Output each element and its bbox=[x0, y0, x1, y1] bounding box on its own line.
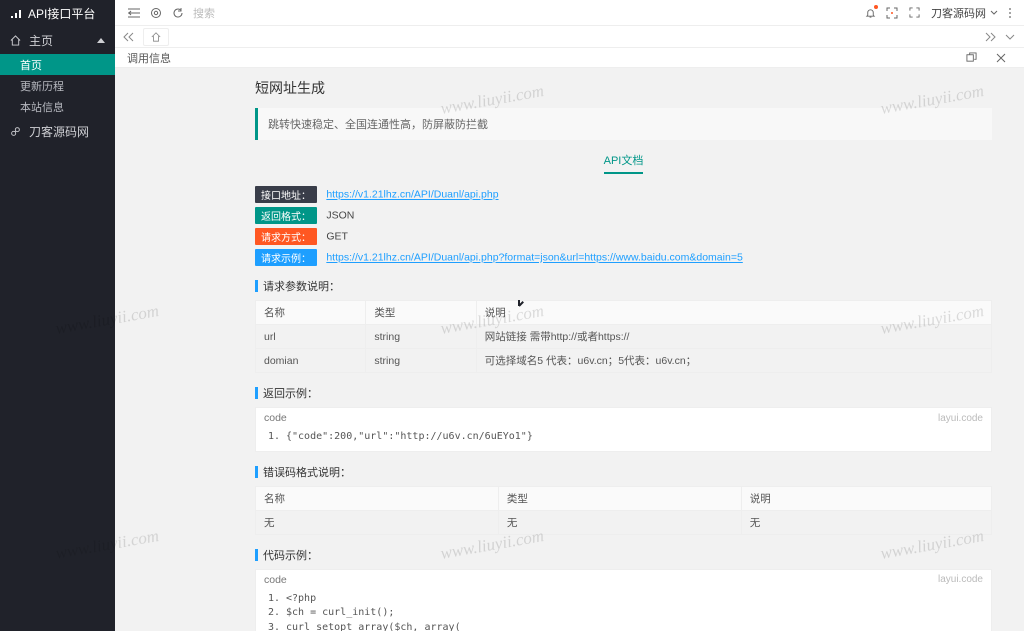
link-demo[interactable]: https://v1.21lhz.cn/API/Duanl/api.php?fo… bbox=[326, 252, 742, 264]
chevrons-left-icon bbox=[123, 32, 135, 42]
sidebar-item-index[interactable]: 首页 bbox=[0, 54, 115, 75]
page-title: 短网址生成 bbox=[255, 78, 992, 98]
code-line: <?php bbox=[286, 592, 985, 607]
sidebar: API接口平台 主页 首页 更新历程 本站信息 刀客源码网 bbox=[0, 0, 115, 631]
close-icon bbox=[996, 53, 1006, 63]
page-subheader: 调用信息 bbox=[115, 48, 1024, 68]
table-row: domianstring可选择域名5 代表：u6v.cn；5代表：u6v.cn； bbox=[256, 349, 992, 373]
home-icon bbox=[10, 35, 21, 46]
code-response: codelayui.code {"code":200,"url":"http:/… bbox=[255, 407, 992, 452]
tag-method: 请求方式： bbox=[255, 228, 317, 245]
notifications-button[interactable] bbox=[859, 0, 881, 26]
table-error-codes: 名称 类型 说明 无无无 bbox=[255, 486, 992, 535]
topbar: 搜索 刀客源码网 bbox=[115, 0, 1024, 26]
refresh-icon bbox=[172, 7, 184, 19]
code-sample: codelayui.code <?php$ch = curl_init();cu… bbox=[255, 569, 992, 631]
notice-banner: 跳转快速稳定、全国连通性高，防屏蔽防拦截 bbox=[255, 108, 992, 140]
tabstrip bbox=[115, 26, 1024, 48]
chevron-down-icon bbox=[990, 10, 998, 16]
capture-icon bbox=[886, 7, 898, 19]
collapse-sidebar-button[interactable] bbox=[123, 0, 145, 26]
menu-fold-icon bbox=[128, 8, 140, 18]
close-tab-button[interactable] bbox=[990, 45, 1012, 71]
tab-prev-button[interactable] bbox=[119, 26, 139, 48]
chevrons-right-icon bbox=[984, 32, 996, 42]
sidebar-group-home[interactable]: 主页 bbox=[0, 26, 115, 54]
th-name: 名称 bbox=[256, 301, 366, 325]
th-desc: 说明 bbox=[741, 486, 991, 510]
logo-icon bbox=[10, 7, 22, 19]
search-placeholder[interactable]: 搜索 bbox=[193, 5, 215, 21]
section-response-sample: 返回示例： bbox=[255, 385, 992, 401]
brand: API接口平台 bbox=[0, 0, 115, 26]
dock-icon bbox=[966, 52, 977, 63]
value-method: GET bbox=[326, 231, 348, 243]
fullscreen-button[interactable] bbox=[903, 0, 925, 26]
th-type: 类型 bbox=[498, 486, 741, 510]
chevron-up-icon bbox=[97, 38, 105, 43]
window-dock-button[interactable] bbox=[960, 45, 982, 71]
fact-demo: 请求示例： https://v1.21lhz.cn/API/Duanl/api.… bbox=[255, 249, 992, 266]
target-icon bbox=[150, 7, 162, 19]
table-request-params: 名称 类型 说明 urlstring网站链接 需带http://或者https:… bbox=[255, 300, 992, 373]
link-endpoint[interactable]: https://v1.21lhz.cn/API/Duanl/api.php bbox=[326, 189, 498, 201]
code-line: $ch = curl_init(); bbox=[286, 606, 985, 621]
section-error-codes: 错误码格式说明： bbox=[255, 464, 992, 480]
section-code-sample: 代码示例： bbox=[255, 547, 992, 563]
doc-tab-api[interactable]: API文档 bbox=[604, 152, 644, 174]
loading-spinner bbox=[512, 300, 526, 314]
th-type: 类型 bbox=[366, 301, 476, 325]
section-request-params: 请求参数说明： bbox=[255, 278, 992, 294]
link-icon bbox=[10, 126, 21, 137]
sidebar-item-about[interactable]: 本站信息 bbox=[0, 96, 115, 117]
th-name: 名称 bbox=[256, 486, 499, 510]
subheader-title: 调用信息 bbox=[127, 50, 171, 66]
user-menu[interactable]: 刀客源码网 bbox=[931, 5, 998, 21]
table-row: urlstring网站链接 需带http://或者https:// bbox=[256, 325, 992, 349]
chevron-down-icon bbox=[1005, 33, 1015, 41]
home-icon bbox=[151, 32, 161, 42]
bell-icon bbox=[865, 7, 876, 19]
fact-address: 接口地址： https://v1.21lhz.cn/API/Duanl/api.… bbox=[255, 186, 992, 203]
content-area: 短网址生成 跳转快速稳定、全国连通性高，防屏蔽防拦截 API文档 接口地址： h… bbox=[115, 68, 1024, 631]
code-line: curl_setopt_array($ch, array( bbox=[286, 621, 985, 631]
fact-method: 请求方式： GET bbox=[255, 228, 992, 245]
theme-button[interactable] bbox=[145, 0, 167, 26]
sidebar-item-history[interactable]: 更新历程 bbox=[0, 75, 115, 96]
tag-address: 接口地址： bbox=[255, 186, 317, 203]
table-row: 无无无 bbox=[256, 510, 992, 534]
value-format: JSON bbox=[326, 210, 354, 222]
screenshot-button[interactable] bbox=[881, 0, 903, 26]
tab-home[interactable] bbox=[143, 28, 169, 46]
th-desc: 说明 bbox=[476, 301, 991, 325]
fact-format: 返回格式： JSON bbox=[255, 207, 992, 224]
expand-icon bbox=[909, 7, 920, 18]
sidebar-link-external[interactable]: 刀客源码网 bbox=[0, 117, 115, 145]
more-button[interactable] bbox=[1004, 8, 1016, 18]
tag-format: 返回格式： bbox=[255, 207, 317, 224]
code-line: {"code":200,"url":"http://u6v.cn/6uEYo1"… bbox=[286, 430, 985, 445]
tag-demo: 请求示例： bbox=[255, 249, 317, 266]
refresh-button[interactable] bbox=[167, 0, 189, 26]
